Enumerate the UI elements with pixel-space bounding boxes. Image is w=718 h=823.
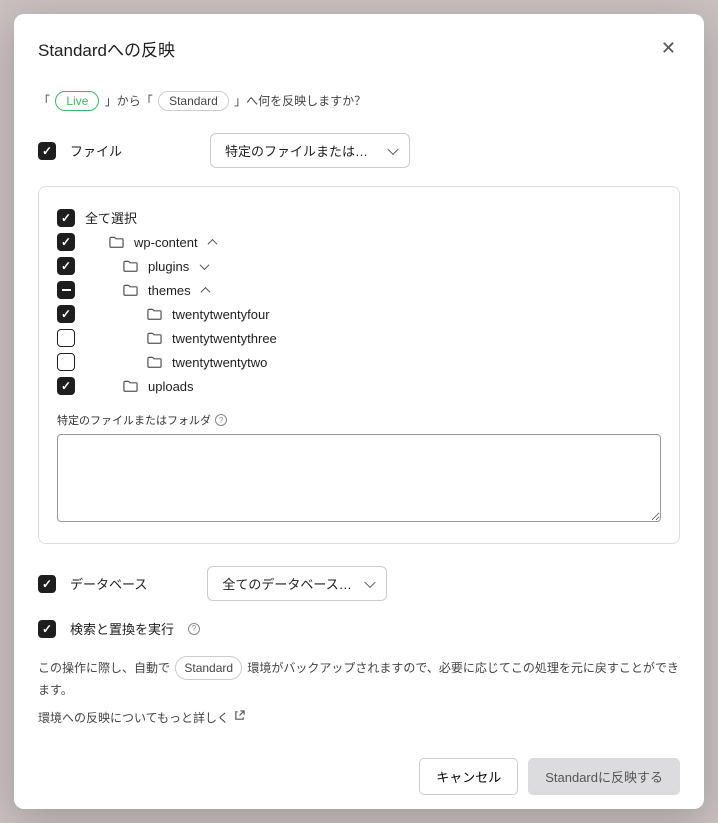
prompt-line: 「 Live 」から「 Standard 」へ何を反映しますか？: [38, 91, 680, 111]
tree-uploads[interactable]: uploads: [57, 374, 661, 398]
tree-twentytwentyfour[interactable]: twentytwentyfour: [57, 302, 661, 326]
checkbox[interactable]: [57, 257, 75, 275]
tree-label: twentytwentyfour: [172, 307, 270, 322]
tree-label: wp-content: [134, 235, 198, 250]
database-checkbox[interactable]: [38, 575, 56, 593]
search-replace-label: 検索と置換を実行: [70, 619, 174, 638]
database-label: データベース: [70, 574, 147, 593]
text: 」へ何を反映しますか？: [234, 94, 366, 108]
external-link-icon: [234, 710, 245, 724]
folder-icon: [147, 356, 162, 368]
checkbox[interactable]: [57, 281, 75, 299]
help-icon[interactable]: ?: [188, 623, 200, 635]
tree-label: 全て選択: [85, 208, 137, 227]
text: 」から「: [105, 94, 153, 108]
tree-label: themes: [148, 283, 191, 298]
submit-button[interactable]: Standardに反映する: [528, 758, 680, 795]
modal-body: Standardへの反映 ✕ 「 Live 」から「 Standard 」へ何を…: [14, 14, 704, 744]
database-scope-dropdown[interactable]: 全てのデータベーステーブル: [207, 566, 387, 601]
file-tree-panel: 全て選択 wp-content plugins themes: [38, 186, 680, 544]
folder-icon: [147, 332, 162, 344]
modal-title: Standardへの反映: [38, 36, 175, 61]
text: 特定のファイルまたはフォルダ: [57, 412, 211, 428]
specific-files-label: 特定のファイルまたはフォルダ ?: [57, 412, 661, 428]
chevron-down-icon[interactable]: [199, 261, 209, 271]
search-replace-row: 検索と置換を実行 ?: [38, 619, 680, 638]
chevron-up-icon[interactable]: [201, 285, 211, 295]
folder-icon: [123, 380, 138, 392]
tree-label: uploads: [148, 379, 194, 394]
text: 環境への反映についてもっと詳しく: [38, 709, 229, 726]
folder-icon: [123, 260, 138, 272]
close-icon: ✕: [661, 38, 676, 58]
files-row: ファイル 特定のファイルまたはフォルダ: [38, 133, 680, 168]
chevron-up-icon[interactable]: [208, 237, 218, 247]
checkbox[interactable]: [57, 353, 75, 371]
tree-wp-content[interactable]: wp-content: [57, 230, 661, 254]
tree-label: twentytwentythree: [172, 331, 277, 346]
close-button[interactable]: ✕: [657, 34, 680, 63]
tree-twentytwentytwo[interactable]: twentytwentytwo: [57, 350, 661, 374]
tree-themes[interactable]: themes: [57, 278, 661, 302]
text: この操作に際し、自動で: [38, 661, 170, 675]
database-row: データベース 全てのデータベーステーブル: [38, 566, 680, 601]
checkbox[interactable]: [57, 209, 75, 227]
tree-twentytwentythree[interactable]: twentytwentythree: [57, 326, 661, 350]
checkbox[interactable]: [57, 305, 75, 323]
push-modal: Standardへの反映 ✕ 「 Live 」から「 Standard 」へ何を…: [14, 14, 704, 809]
tree-select-all[interactable]: 全て選択: [57, 205, 661, 230]
checkbox[interactable]: [57, 233, 75, 251]
learn-more-link[interactable]: 環境への反映についてもっと詳しく: [38, 709, 680, 726]
tree-plugins[interactable]: plugins: [57, 254, 661, 278]
files-label: ファイル: [70, 141, 122, 160]
source-env-pill: Live: [55, 91, 99, 111]
cancel-button[interactable]: キャンセル: [419, 758, 518, 795]
specific-files-textarea[interactable]: [57, 434, 661, 522]
modal-header: Standardへの反映 ✕: [38, 34, 680, 63]
search-replace-checkbox[interactable]: [38, 620, 56, 638]
folder-icon: [147, 308, 162, 320]
checkbox[interactable]: [57, 377, 75, 395]
files-scope-dropdown[interactable]: 特定のファイルまたはフォルダ: [210, 133, 410, 168]
folder-icon: [109, 236, 124, 248]
text: 「: [38, 94, 50, 108]
tree-label: plugins: [148, 259, 189, 274]
env-pill: Standard: [175, 656, 242, 680]
folder-icon: [123, 284, 138, 296]
tree-label: twentytwentytwo: [172, 355, 267, 370]
help-icon[interactable]: ?: [215, 414, 227, 426]
files-checkbox[interactable]: [38, 142, 56, 160]
checkbox[interactable]: [57, 329, 75, 347]
backup-info: この操作に際し、自動で Standard 環境がバックアップされますので、必要に…: [38, 656, 680, 701]
target-env-pill: Standard: [158, 91, 229, 111]
modal-footer: キャンセル Standardに反映する: [14, 744, 704, 809]
